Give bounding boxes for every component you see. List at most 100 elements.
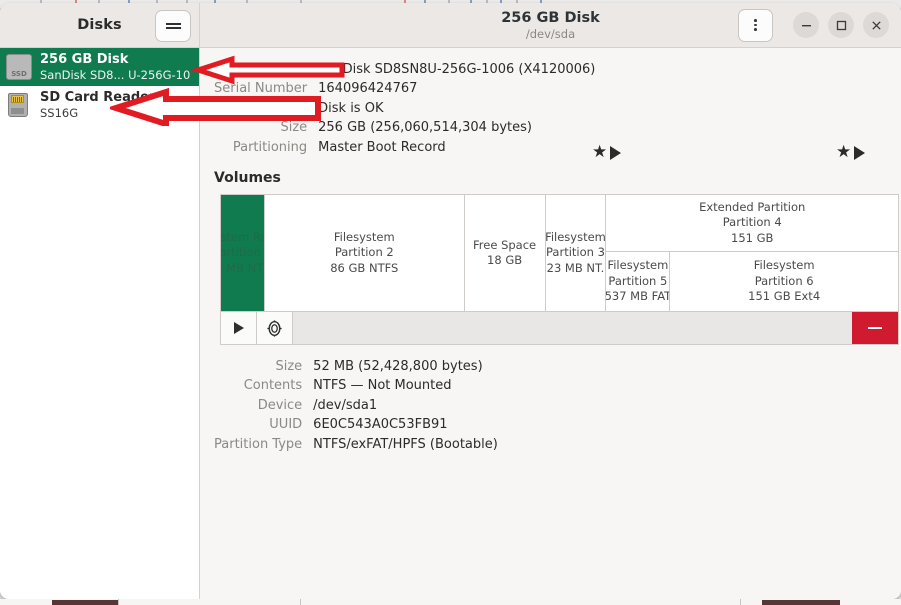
play-triangle-icon bbox=[610, 145, 622, 160]
volume-detail-key: Size bbox=[275, 359, 303, 375]
partition-4-extended[interactable]: Extended Partition Partition 4 151 GB Fi… bbox=[606, 195, 898, 312]
volume-detail-value: 52 MB (52,428,800 bytes) bbox=[313, 359, 483, 375]
volume-detail-row: Partition Type NTFS/exFAT/HPFS (Bootable… bbox=[214, 435, 498, 454]
partition-1[interactable]: System Re... Partition 1 52 MB NTFS bbox=[221, 195, 265, 312]
main-header: 256 GB Disk /dev/sda bbox=[200, 3, 901, 47]
sidebar-item-sd-card-reader[interactable]: SD Card Reader SS16G bbox=[0, 86, 199, 124]
partition-5[interactable]: Filesystem Partition 5 537 MB FAT bbox=[606, 252, 671, 312]
partition-label-line1: Filesystem bbox=[545, 229, 606, 244]
partition-label-line2: Partition 5 bbox=[608, 273, 668, 288]
partition-label-line1: Extended Partition bbox=[699, 199, 806, 214]
sidebar-title: Disks bbox=[77, 17, 122, 33]
partition-2[interactable]: Filesystem Partition 2 86 GB NTFS bbox=[264, 195, 465, 312]
partition-label-line2: Partition 6 bbox=[754, 273, 814, 288]
volume-detail-row: UUID 6E0C543A0C53FB91 bbox=[214, 415, 498, 434]
gear-settings-icon bbox=[267, 319, 282, 337]
volume-detail-row: Device /dev/sda1 bbox=[214, 396, 498, 415]
drive-info-row: Assessment Disk is OK bbox=[214, 99, 595, 118]
volume-detail-key: Partition Type bbox=[214, 436, 303, 452]
volume-detail-key: UUID bbox=[269, 417, 303, 433]
overlay-glyph-group-partition-6: ★ bbox=[836, 142, 866, 162]
drive-info-row: Partitioning Master Boot Record bbox=[214, 138, 595, 157]
ssd-drive-icon bbox=[6, 54, 32, 80]
free-space-region[interactable]: Free Space 18 GB bbox=[464, 195, 546, 312]
drive-info-value: 164096424767 bbox=[318, 81, 418, 97]
kebab-menu-button[interactable] bbox=[738, 8, 773, 42]
drive-info-value: Master Boot Record bbox=[318, 139, 446, 155]
volume-detail-key: Device bbox=[257, 397, 303, 413]
volumes-widget: System Re... Partition 1 52 MB NTFS File… bbox=[220, 144, 899, 346]
close-button[interactable] bbox=[863, 12, 889, 38]
volume-detail-value: NTFS — Not Mounted bbox=[313, 378, 452, 394]
partition-bar: System Re... Partition 1 52 MB NTFS File… bbox=[220, 194, 899, 313]
partition-3[interactable]: Filesystem Partition 3 523 MB NT... bbox=[545, 195, 607, 312]
partition-label-line3: 523 MB NT... bbox=[546, 260, 606, 275]
volume-detail-table: Size 52 MB (52,428,800 bytes) Contents N… bbox=[214, 357, 498, 454]
volume-toolbar bbox=[220, 312, 899, 346]
maximize-icon bbox=[836, 20, 846, 30]
sidebar-disk-name: SD Card Reader bbox=[40, 89, 156, 105]
drive-detail-pane: Model SanDisk SD8SN8U-256G-1006 (X412000… bbox=[200, 48, 901, 599]
volume-detail-row: Contents NTFS — Not Mounted bbox=[214, 376, 498, 395]
minus-delete-icon bbox=[868, 327, 882, 330]
volume-options-button[interactable] bbox=[257, 312, 293, 345]
background-window-bottom-edge bbox=[0, 599, 901, 605]
partition-label-line2: Partition 4 bbox=[722, 215, 782, 230]
drive-info-value: 256 GB (256,060,514,304 bytes) bbox=[318, 120, 532, 136]
sidebar-item-256-gb-disk[interactable]: 256 GB Disk SanDisk SD8... U-256G-1006 bbox=[0, 48, 199, 86]
partition-label-line2: 18 GB bbox=[487, 253, 523, 268]
sidebar-disk-subtitle: SanDisk SD8... U-256G-1006 bbox=[40, 67, 191, 82]
extended-partition-children: Filesystem Partition 5 537 MB FAT Filesy… bbox=[606, 252, 898, 312]
window-body: 256 GB Disk SanDisk SD8... U-256G-1006 S… bbox=[0, 48, 901, 599]
window-header-bar: Disks 256 GB Disk /dev/sda bbox=[0, 3, 901, 48]
window-controls bbox=[738, 3, 889, 47]
partition-label-line3: 151 GB Ext4 bbox=[748, 289, 821, 304]
minimize-button[interactable] bbox=[793, 12, 819, 38]
partition-label-line3: 52 MB NTFS bbox=[221, 260, 264, 275]
partition-label-line2: Partition 1 bbox=[221, 245, 264, 260]
sd-card-icon bbox=[6, 92, 32, 118]
play-triangle-icon bbox=[854, 145, 866, 160]
play-mount-icon bbox=[233, 322, 244, 335]
partition-label-line1: Free Space bbox=[473, 237, 537, 252]
partition-label-line1: Filesystem bbox=[753, 258, 815, 273]
drive-info-key: Model bbox=[268, 62, 308, 77]
sidebar-disk-subtitle: SS16G bbox=[40, 105, 79, 120]
mount-volume-button[interactable] bbox=[221, 312, 257, 345]
drive-info-row: Serial Number 164096424767 bbox=[214, 79, 595, 98]
star-icon: ★ bbox=[836, 142, 852, 162]
volume-detail-key: Contents bbox=[243, 378, 303, 394]
hamburger-menu-button[interactable] bbox=[155, 10, 191, 42]
partition-label-line2: Partition 2 bbox=[334, 245, 394, 260]
volume-detail-value: /dev/sda1 bbox=[313, 397, 378, 413]
drive-info-key: Assessment bbox=[229, 100, 308, 116]
partition-label-line2: Partition 3 bbox=[546, 245, 605, 260]
volume-detail-value: 6E0C543A0C53FB91 bbox=[313, 417, 448, 433]
partition-label-line1: Filesystem bbox=[607, 258, 669, 273]
drive-info-value: Disk is OK bbox=[318, 100, 384, 116]
drive-info-key: Size bbox=[280, 120, 308, 136]
disks-application-window: Disks 256 GB Disk /dev/sda SSD 256 GB Di… bbox=[0, 3, 901, 599]
volume-detail-row: Size 52 MB (52,428,800 bytes) bbox=[214, 357, 498, 376]
minimize-icon bbox=[801, 24, 811, 26]
drive-info-row: Size 256 GB (256,060,514,304 bytes) bbox=[214, 118, 595, 137]
maximize-button[interactable] bbox=[828, 12, 854, 38]
volumes-heading: Volumes bbox=[214, 170, 281, 187]
delete-volume-button[interactable] bbox=[852, 312, 898, 345]
partition-label-line3: 151 GB bbox=[731, 230, 774, 245]
partition-label-line1: Filesystem bbox=[333, 229, 395, 244]
drive-info-key: Partitioning bbox=[232, 139, 308, 155]
drive-info-key: Serial Number bbox=[214, 81, 308, 97]
partition-label-line1: System Re... bbox=[221, 229, 264, 244]
overlay-glyph-group-partition-5: ★ bbox=[592, 144, 622, 161]
sidebar-disk-name: 256 GB Disk bbox=[40, 51, 129, 67]
disks-sidebar: 256 GB Disk SanDisk SD8... U-256G-1006 S… bbox=[0, 48, 200, 599]
sidebar-header: Disks bbox=[0, 3, 200, 47]
partition-6[interactable]: Filesystem Partition 6 151 GB Ext4 bbox=[670, 252, 898, 312]
hamburger-menu-icon bbox=[165, 21, 181, 31]
close-icon bbox=[871, 20, 881, 30]
extended-partition-header[interactable]: Extended Partition Partition 4 151 GB bbox=[606, 195, 898, 253]
drive-info-value: SanDisk SD8SN8U-256G-1006 (X4120006) bbox=[318, 62, 596, 77]
partition-label-line3: 537 MB FAT bbox=[606, 289, 671, 304]
